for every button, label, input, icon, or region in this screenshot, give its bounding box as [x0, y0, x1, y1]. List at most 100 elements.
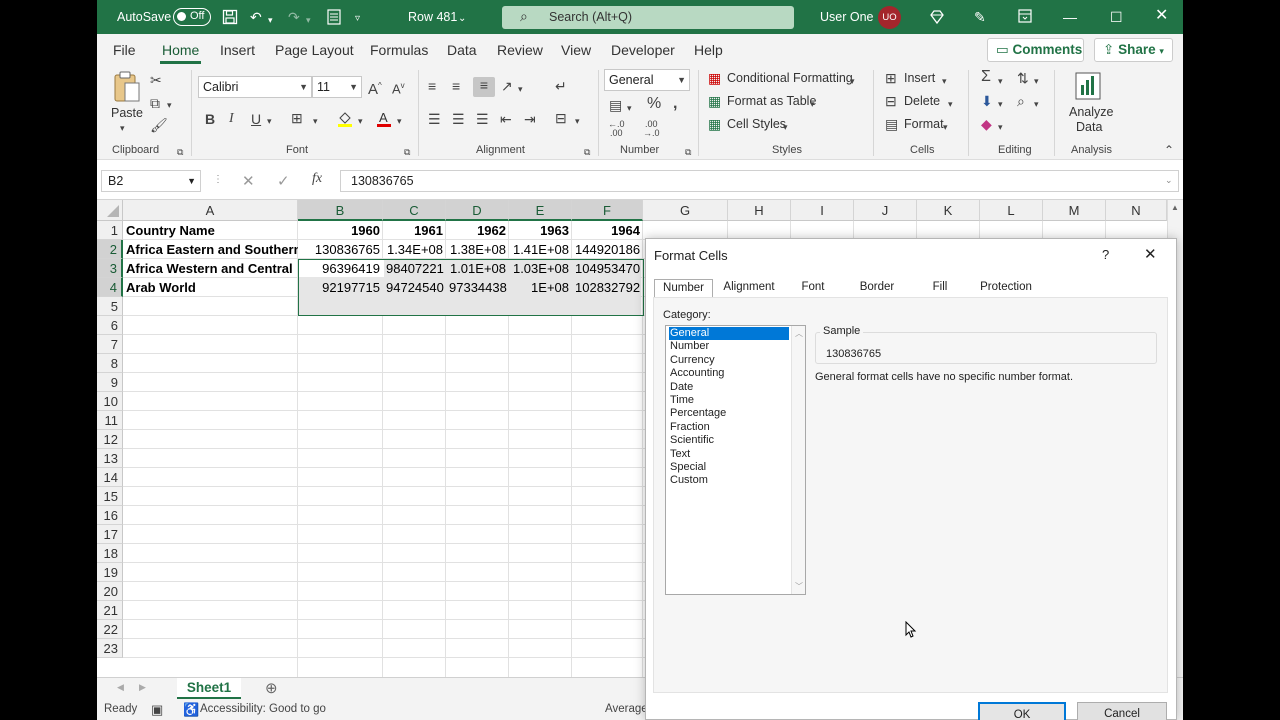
align-top-icon[interactable]: ≡	[428, 78, 436, 94]
add-sheet-icon[interactable]: ⊕	[265, 679, 278, 697]
column-header[interactable]: D	[446, 200, 509, 221]
minimize-icon[interactable]: —	[1063, 9, 1077, 25]
comma-style-icon[interactable]: ,	[673, 96, 677, 112]
cell[interactable]: 1.01E+08	[446, 259, 509, 278]
sort-chevron-down-icon[interactable]: ▾	[1034, 73, 1039, 89]
tab-number[interactable]: Number	[654, 279, 713, 297]
accounting-chevron-down-icon[interactable]: ▾	[627, 100, 632, 116]
font-launcher-icon[interactable]: ⧉	[404, 144, 410, 160]
column-header[interactable]: E	[509, 200, 572, 221]
column-header[interactable]: G	[643, 200, 728, 221]
search-box[interactable]: ⌕ Search (Alt+Q)	[502, 6, 794, 29]
paste-chevron-down-icon[interactable]: ▾	[120, 120, 125, 136]
align-right-icon[interactable]: ☰	[476, 111, 489, 127]
increase-indent-icon[interactable]: ⇥	[524, 111, 536, 127]
cut-icon[interactable]: ✂	[150, 72, 162, 88]
cancel-entry-icon[interactable]: ✕	[242, 172, 255, 190]
pen-icon[interactable]: ✎	[974, 9, 986, 25]
delete-cells-icon[interactable]: ⊟	[885, 93, 897, 109]
comments-button[interactable]: ▭ Comments	[987, 38, 1084, 62]
cell[interactable]: 1963	[509, 221, 572, 240]
category-item[interactable]: General	[668, 326, 790, 341]
more-icon[interactable]: ⋮	[213, 174, 223, 185]
cell[interactable]: 130836765	[298, 240, 383, 259]
row-header[interactable]: 14	[97, 468, 123, 487]
format-cells-icon[interactable]: ▤	[885, 116, 898, 132]
autosum-chevron-down-icon[interactable]: ▾	[998, 73, 1003, 89]
column-header[interactable]: M	[1043, 200, 1106, 221]
tab-insert[interactable]: Insert	[220, 42, 255, 58]
status-accessibility[interactable]: Accessibility: Good to go	[200, 703, 326, 715]
cell[interactable]: 98407221	[383, 259, 446, 278]
sheet-tab[interactable]: Sheet1	[177, 678, 241, 700]
align-middle-icon[interactable]: ≡	[452, 78, 460, 94]
category-item[interactable]: Special	[669, 461, 789, 474]
underline-chevron-down-icon[interactable]: ▾	[267, 113, 272, 129]
redo-dropdown-icon[interactable]: ▾	[306, 12, 311, 28]
align-bottom-icon[interactable]: ≡	[473, 77, 495, 97]
cell-styles-icon[interactable]: ▦	[708, 116, 721, 132]
category-item[interactable]: Currency	[669, 354, 789, 367]
autosave-toggle[interactable]: Off	[173, 8, 211, 26]
share-button[interactable]: ⇪ Share ▾	[1094, 38, 1173, 62]
clipboard-launcher-icon[interactable]: ⧉	[177, 144, 183, 160]
category-item[interactable]: Time	[669, 394, 789, 407]
tab-file[interactable]: File	[113, 42, 136, 58]
insert-cells-icon[interactable]: ⊞	[885, 70, 897, 86]
format-as-table-button[interactable]: Format as Table	[727, 94, 816, 108]
tab-font[interactable]: Font	[785, 279, 841, 297]
cell[interactable]: 1.34E+08	[383, 240, 446, 259]
row-header[interactable]: 8	[97, 354, 123, 373]
row-header[interactable]: 9	[97, 373, 123, 392]
fill-down-icon[interactable]: ⬇	[981, 93, 993, 109]
row-header[interactable]: 5	[97, 297, 123, 316]
cell[interactable]: 1.03E+08	[509, 259, 572, 278]
font-color-chevron-down-icon[interactable]: ▾	[397, 113, 402, 129]
cell[interactable]: Country Name	[123, 221, 298, 240]
format-painter-icon[interactable]: 🖌	[150, 117, 168, 133]
column-header[interactable]: B	[298, 200, 383, 221]
fill-chevron-down-icon[interactable]: ▾	[358, 113, 363, 129]
category-item[interactable]: Date	[669, 381, 789, 394]
help-icon[interactable]: ?	[1102, 247, 1109, 262]
cell[interactable]: Arab World	[123, 278, 298, 297]
cell[interactable]: 1960	[298, 221, 383, 240]
row-header[interactable]: 12	[97, 430, 123, 449]
cell[interactable]: Africa Eastern and Southern	[123, 240, 298, 259]
tab-home[interactable]: Home	[159, 42, 202, 64]
clear-chevron-down-icon[interactable]: ▾	[998, 119, 1003, 135]
row-header[interactable]: 22	[97, 620, 123, 639]
collapse-ribbon-icon[interactable]: ⌃	[1164, 142, 1174, 158]
diamond-icon[interactable]	[929, 9, 945, 28]
row-header[interactable]: 7	[97, 335, 123, 354]
fat-chevron-down-icon[interactable]: ▾	[810, 96, 815, 112]
cell[interactable]: 94724540	[383, 278, 446, 297]
cell[interactable]: 1.38E+08	[446, 240, 509, 259]
borders-chevron-down-icon[interactable]: ▾	[313, 113, 318, 129]
format-button[interactable]: Format	[904, 117, 944, 131]
column-header[interactable]: J	[854, 200, 917, 221]
borders-icon[interactable]: ⊞	[291, 110, 303, 126]
column-header[interactable]: N	[1106, 200, 1167, 221]
insert-chevron-down-icon[interactable]: ▾	[942, 73, 947, 89]
bold-icon[interactable]: B	[205, 111, 215, 127]
column-header[interactable]: K	[917, 200, 980, 221]
analyze-data-icon[interactable]	[1072, 70, 1106, 102]
autosum-icon[interactable]: Σ	[981, 69, 991, 85]
tab-view[interactable]: View	[561, 42, 591, 58]
delete-button[interactable]: Delete	[904, 94, 940, 108]
row-header[interactable]: 17	[97, 525, 123, 544]
analyze-label-2[interactable]: Data	[1076, 120, 1102, 134]
ok-button[interactable]: OK	[978, 702, 1066, 720]
confirm-entry-icon[interactable]: ✓	[277, 172, 290, 190]
cell[interactable]: 92197715	[298, 278, 383, 297]
category-item[interactable]: Scientific	[669, 434, 789, 447]
decrease-indent-icon[interactable]: ⇤	[500, 111, 512, 127]
column-header[interactable]: C	[383, 200, 446, 221]
cell[interactable]: 104953470	[572, 259, 643, 278]
conditional-formatting-icon[interactable]: ▦	[708, 70, 721, 86]
name-box[interactable]: B2 ▼	[101, 170, 201, 192]
row-header[interactable]: 23	[97, 639, 123, 658]
orientation-chevron-down-icon[interactable]: ▾	[518, 81, 523, 97]
find-select-icon[interactable]: ⌕	[1017, 93, 1025, 109]
